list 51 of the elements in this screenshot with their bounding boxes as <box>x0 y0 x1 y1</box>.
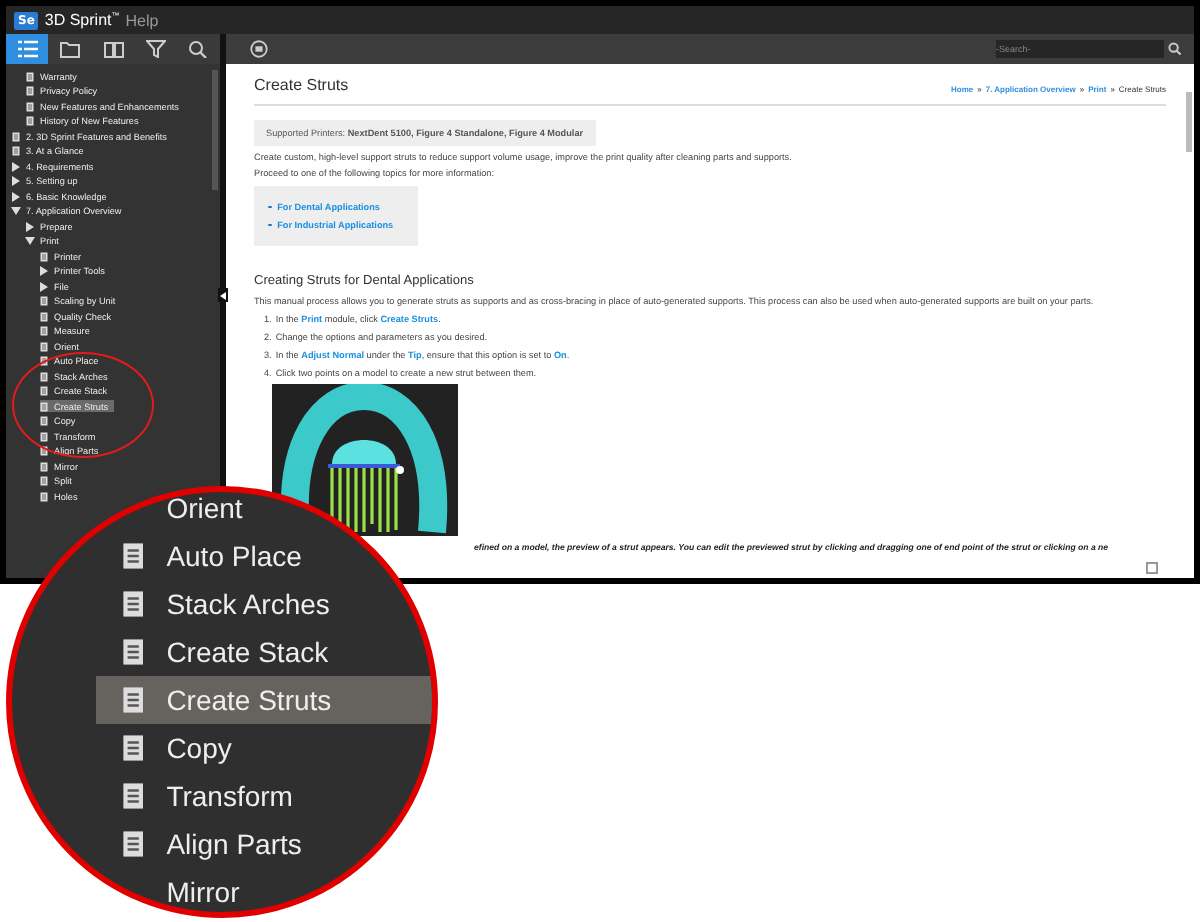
page-icon <box>40 356 48 366</box>
page-icon <box>40 446 48 456</box>
page-icon <box>40 251 48 261</box>
page-icon <box>122 590 145 618</box>
tree-item[interactable]: Auto Place <box>96 532 432 580</box>
filter-icon <box>145 40 166 58</box>
page-icon <box>122 686 145 714</box>
page-icon <box>40 296 48 306</box>
page-icon <box>40 431 48 441</box>
page-icon <box>26 116 34 126</box>
page-icon <box>40 341 48 351</box>
collapse-toggle[interactable] <box>218 288 228 302</box>
search-icon <box>188 40 209 58</box>
folder-icon <box>60 40 81 58</box>
highlight-circle <box>12 352 154 458</box>
tree-item[interactable]: Copy <box>96 724 432 772</box>
page-icon <box>40 371 48 381</box>
book-icon <box>103 40 124 58</box>
page-icon <box>12 131 20 141</box>
page-icon <box>40 416 48 426</box>
tree-item[interactable]: Orient <box>96 492 432 532</box>
page-icon <box>40 386 48 396</box>
page-icon <box>40 401 48 411</box>
page-icon <box>40 311 48 321</box>
scroll-up-icon[interactable] <box>1146 562 1158 574</box>
tree-item[interactable]: Create Struts <box>96 676 432 724</box>
page-icon <box>122 542 145 570</box>
sidebar-tab[interactable] <box>6 34 49 64</box>
tree-item[interactable]: Create Stack <box>96 628 432 676</box>
page-icon <box>12 146 20 156</box>
scrollbar[interactable] <box>1186 92 1192 152</box>
tree-item[interactable]: Transform <box>96 772 432 820</box>
tree-item[interactable]: Align Parts <box>96 820 432 868</box>
tree-item[interactable]: Stack Arches <box>96 580 432 628</box>
page-icon <box>40 476 48 486</box>
list-icon <box>17 40 38 58</box>
page-icon <box>122 638 145 666</box>
page-icon <box>40 326 48 336</box>
page-icon <box>122 734 145 762</box>
page-title: Create Struts <box>254 76 349 94</box>
page-icon <box>40 491 48 501</box>
page-icon <box>122 782 145 810</box>
page-icon <box>26 71 34 81</box>
page-icon <box>26 86 34 96</box>
tree-item[interactable]: Mirror <box>96 868 432 912</box>
page-icon <box>122 830 145 858</box>
page-icon <box>40 461 48 471</box>
app-subtitle: Help <box>125 11 159 29</box>
scrollbar[interactable] <box>212 70 218 190</box>
page-icon <box>26 101 34 111</box>
search-icon[interactable] <box>1168 42 1182 56</box>
